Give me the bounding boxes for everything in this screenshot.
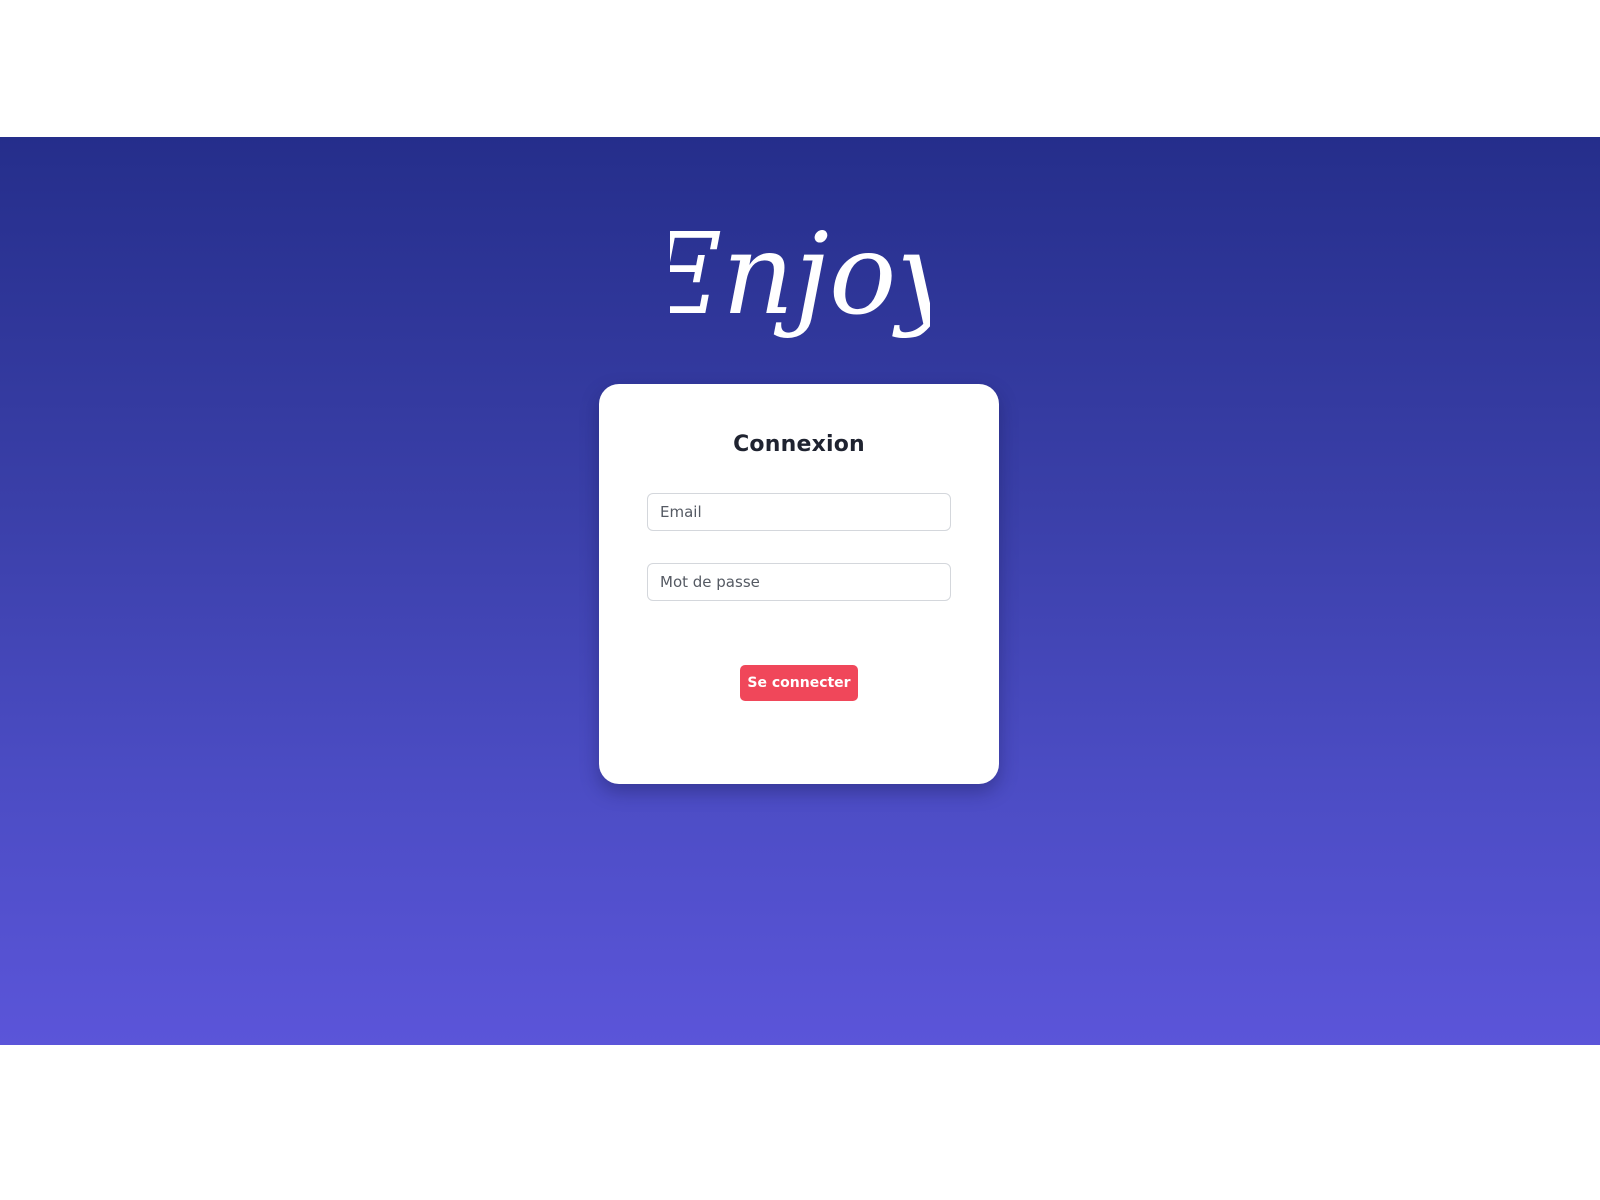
- login-page: Enjoy Connexion Se connecter: [0, 0, 1600, 1200]
- login-title: Connexion: [733, 432, 865, 457]
- email-field[interactable]: [647, 493, 951, 531]
- login-button[interactable]: Se connecter: [740, 665, 858, 701]
- logo-text: Enjoy: [670, 210, 930, 340]
- logo-wordmark: Enjoy: [670, 210, 930, 340]
- login-card: Connexion Se connecter: [599, 384, 999, 784]
- password-field[interactable]: [647, 563, 951, 601]
- brand-logo: Enjoy: [0, 205, 1600, 355]
